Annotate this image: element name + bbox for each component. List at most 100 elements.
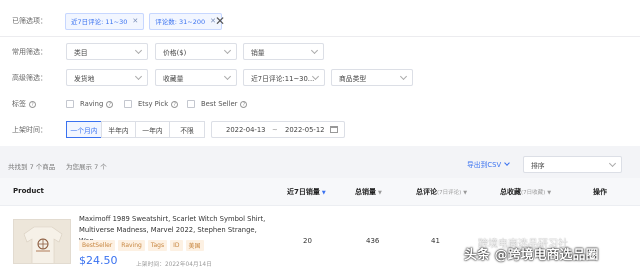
listing-date: 上架时间：2022年04月14日 xyxy=(136,262,212,268)
tags-label-text: 标签 xyxy=(12,100,26,108)
tag-checkbox-etsy-pick[interactable]: Etsy Pick? xyxy=(124,100,179,108)
sweatshirt-image xyxy=(14,220,70,263)
export-csv-link[interactable]: 导出到CSV xyxy=(467,159,510,169)
chevron-down-icon xyxy=(399,72,408,81)
date-separator: ~ xyxy=(272,125,278,134)
clear-filters-icon[interactable]: ✕ xyxy=(215,14,225,28)
tag-checkbox-best-seller[interactable]: Best Seller? xyxy=(187,100,248,108)
price-select[interactable]: 价格($) xyxy=(155,43,237,60)
time-half-year-button[interactable]: 半年内 xyxy=(101,121,136,138)
help-icon[interactable]: ? xyxy=(240,100,248,108)
selected-filters-row: 已筛选项： 近7日评论: 11~30 ✕ 评论数: 31~200 ✕ ✕ xyxy=(0,8,640,34)
date-range-picker[interactable]: 2022-04-13 ~ 2022-05-12 xyxy=(211,121,345,138)
product-type-select[interactable]: 商品类型 xyxy=(331,69,413,86)
chip-label: 评论数: 31~200 xyxy=(155,18,206,26)
header-label: 总销量 xyxy=(355,188,376,196)
select-value: 价格($) xyxy=(163,48,187,57)
select-value: 销量 xyxy=(251,48,265,57)
header-sub-label: (7日收藏) xyxy=(521,190,546,196)
favorites-select[interactable]: 收藏量 xyxy=(155,69,237,86)
checkbox-box[interactable] xyxy=(124,100,132,108)
chip-label: 近7日评论: 11~30 xyxy=(71,18,128,26)
tag-badge: BestSeller xyxy=(79,240,116,251)
divider xyxy=(0,36,640,37)
chevron-down-icon xyxy=(223,72,232,81)
chevron-down-icon xyxy=(223,46,232,55)
chevron-down-icon xyxy=(134,72,143,81)
tags-label: 标签? xyxy=(12,99,36,109)
header-total-reviews[interactable]: 总评论(7日评论) ▼ xyxy=(416,187,467,197)
chevron-down-icon xyxy=(608,159,617,168)
sales-select[interactable]: 销量 xyxy=(243,43,324,60)
header-label: 总收藏 xyxy=(500,188,521,196)
checkbox-box[interactable] xyxy=(187,100,195,108)
result-count: 共找到 7 个商品 xyxy=(8,163,56,171)
help-icon[interactable]: ? xyxy=(171,100,179,108)
tag-badge: ID xyxy=(170,240,183,251)
common-filters-row: 常用筛选： 类目 价格($) 销量 xyxy=(0,39,640,65)
header-product: Product xyxy=(13,187,44,195)
product-thumbnail[interactable] xyxy=(13,219,71,264)
chevron-down-icon xyxy=(310,46,319,55)
header-label: 近7日销量 xyxy=(287,188,320,196)
tag-badge: 美国 xyxy=(185,240,204,251)
calendar-icon[interactable] xyxy=(330,126,338,133)
listing-time-label: 上架时间： xyxy=(12,126,47,134)
time-one-year-button[interactable]: 一年内 xyxy=(135,121,170,138)
chevron-down-icon xyxy=(134,46,143,55)
filter-chip-7day-reviews[interactable]: 近7日评论: 11~30 ✕ xyxy=(65,12,145,30)
watermark: 头条 @跨境电商选品圈 xyxy=(464,248,599,263)
help-icon[interactable]: ? xyxy=(29,101,36,108)
header-label: 总评论 xyxy=(416,188,437,196)
7day-reviews-select[interactable]: 近7日评论:11~30... xyxy=(243,69,325,86)
product-price: $24.50 xyxy=(79,254,118,267)
shown-count: 为您展示 7 个 xyxy=(66,163,107,171)
sort-select[interactable]: 排序 xyxy=(523,156,622,173)
close-icon[interactable]: ✕ xyxy=(132,17,138,25)
select-value: 商品类型 xyxy=(339,74,367,83)
header-sub-label: (7日评论) xyxy=(437,190,462,196)
product-tags: BestSeller Raving Tags ID 美国 xyxy=(79,240,207,251)
checkbox-label: Raving xyxy=(80,100,104,108)
header-favorites[interactable]: 总收藏(7日收藏) ▼ xyxy=(500,187,551,197)
header-actions: 操作 xyxy=(593,188,607,196)
header-total-sales[interactable]: 总销量 ▼ xyxy=(355,187,382,197)
total-sales-value: 436 xyxy=(366,237,380,245)
total-reviews-value: 41 xyxy=(431,237,440,245)
sales-7day-value: 20 xyxy=(303,237,312,245)
sort-icon[interactable]: ▼ xyxy=(322,190,326,196)
checkbox-label: Etsy Pick xyxy=(138,100,169,108)
select-value: 类目 xyxy=(74,48,88,57)
common-filters-label: 常用筛选： xyxy=(12,48,47,56)
date-end[interactable]: 2022-05-12 xyxy=(285,126,325,134)
help-icon[interactable]: ? xyxy=(106,100,114,108)
sort-icon[interactable]: ▼ xyxy=(547,190,551,196)
advanced-filters-row: 高级筛选： 发货地 收藏量 近7日评论:11~30... 商品类型 xyxy=(0,65,640,91)
date-start[interactable]: 2022-04-13 xyxy=(226,126,266,134)
chevron-down-icon xyxy=(504,160,510,166)
category-select[interactable]: 类目 xyxy=(66,43,148,60)
select-value: 发货地 xyxy=(74,74,95,83)
filter-chip-review-count[interactable]: 评论数: 31~200 ✕ xyxy=(149,12,223,30)
select-value: 排序 xyxy=(531,161,545,170)
table-header: Product 近7日销量 ▼ 总销量 ▼ 总评论(7日评论) ▼ 总收藏(7日收藏)… xyxy=(0,178,640,206)
selected-filters-label: 已筛选项： xyxy=(12,17,47,25)
export-label: 导出到CSV xyxy=(467,161,502,169)
checkbox-box[interactable] xyxy=(66,100,74,108)
tag-badge: Raving xyxy=(118,240,145,251)
ship-from-select[interactable]: 发货地 xyxy=(66,69,148,86)
time-one-month-button[interactable]: 一个月内 xyxy=(66,121,102,138)
sort-icon[interactable]: ▼ xyxy=(463,190,467,196)
select-value: 近7日评论:11~30... xyxy=(251,74,315,83)
advanced-filters-label: 高级筛选： xyxy=(12,74,47,82)
sort-icon[interactable]: ▼ xyxy=(378,190,382,196)
listing-time-row: 上架时间： 一个月内 半年内 一年内 不限 2022-04-13 ~ 2022-… xyxy=(0,117,640,143)
select-value: 收藏量 xyxy=(163,74,184,83)
tags-row: 标签? Raving? Etsy Pick? Best Seller? xyxy=(0,91,640,117)
header-sales-7day[interactable]: 近7日销量 ▼ xyxy=(287,187,326,197)
checkbox-label: Best Seller xyxy=(201,100,238,108)
time-unlimited-button[interactable]: 不限 xyxy=(169,121,205,138)
filter-panel: 已筛选项： 近7日评论: 11~30 ✕ 评论数: 31~200 ✕ ✕ 常用筛… xyxy=(0,0,640,146)
tag-checkbox-raving[interactable]: Raving? xyxy=(66,100,114,108)
tag-badge: Tags xyxy=(147,240,168,251)
